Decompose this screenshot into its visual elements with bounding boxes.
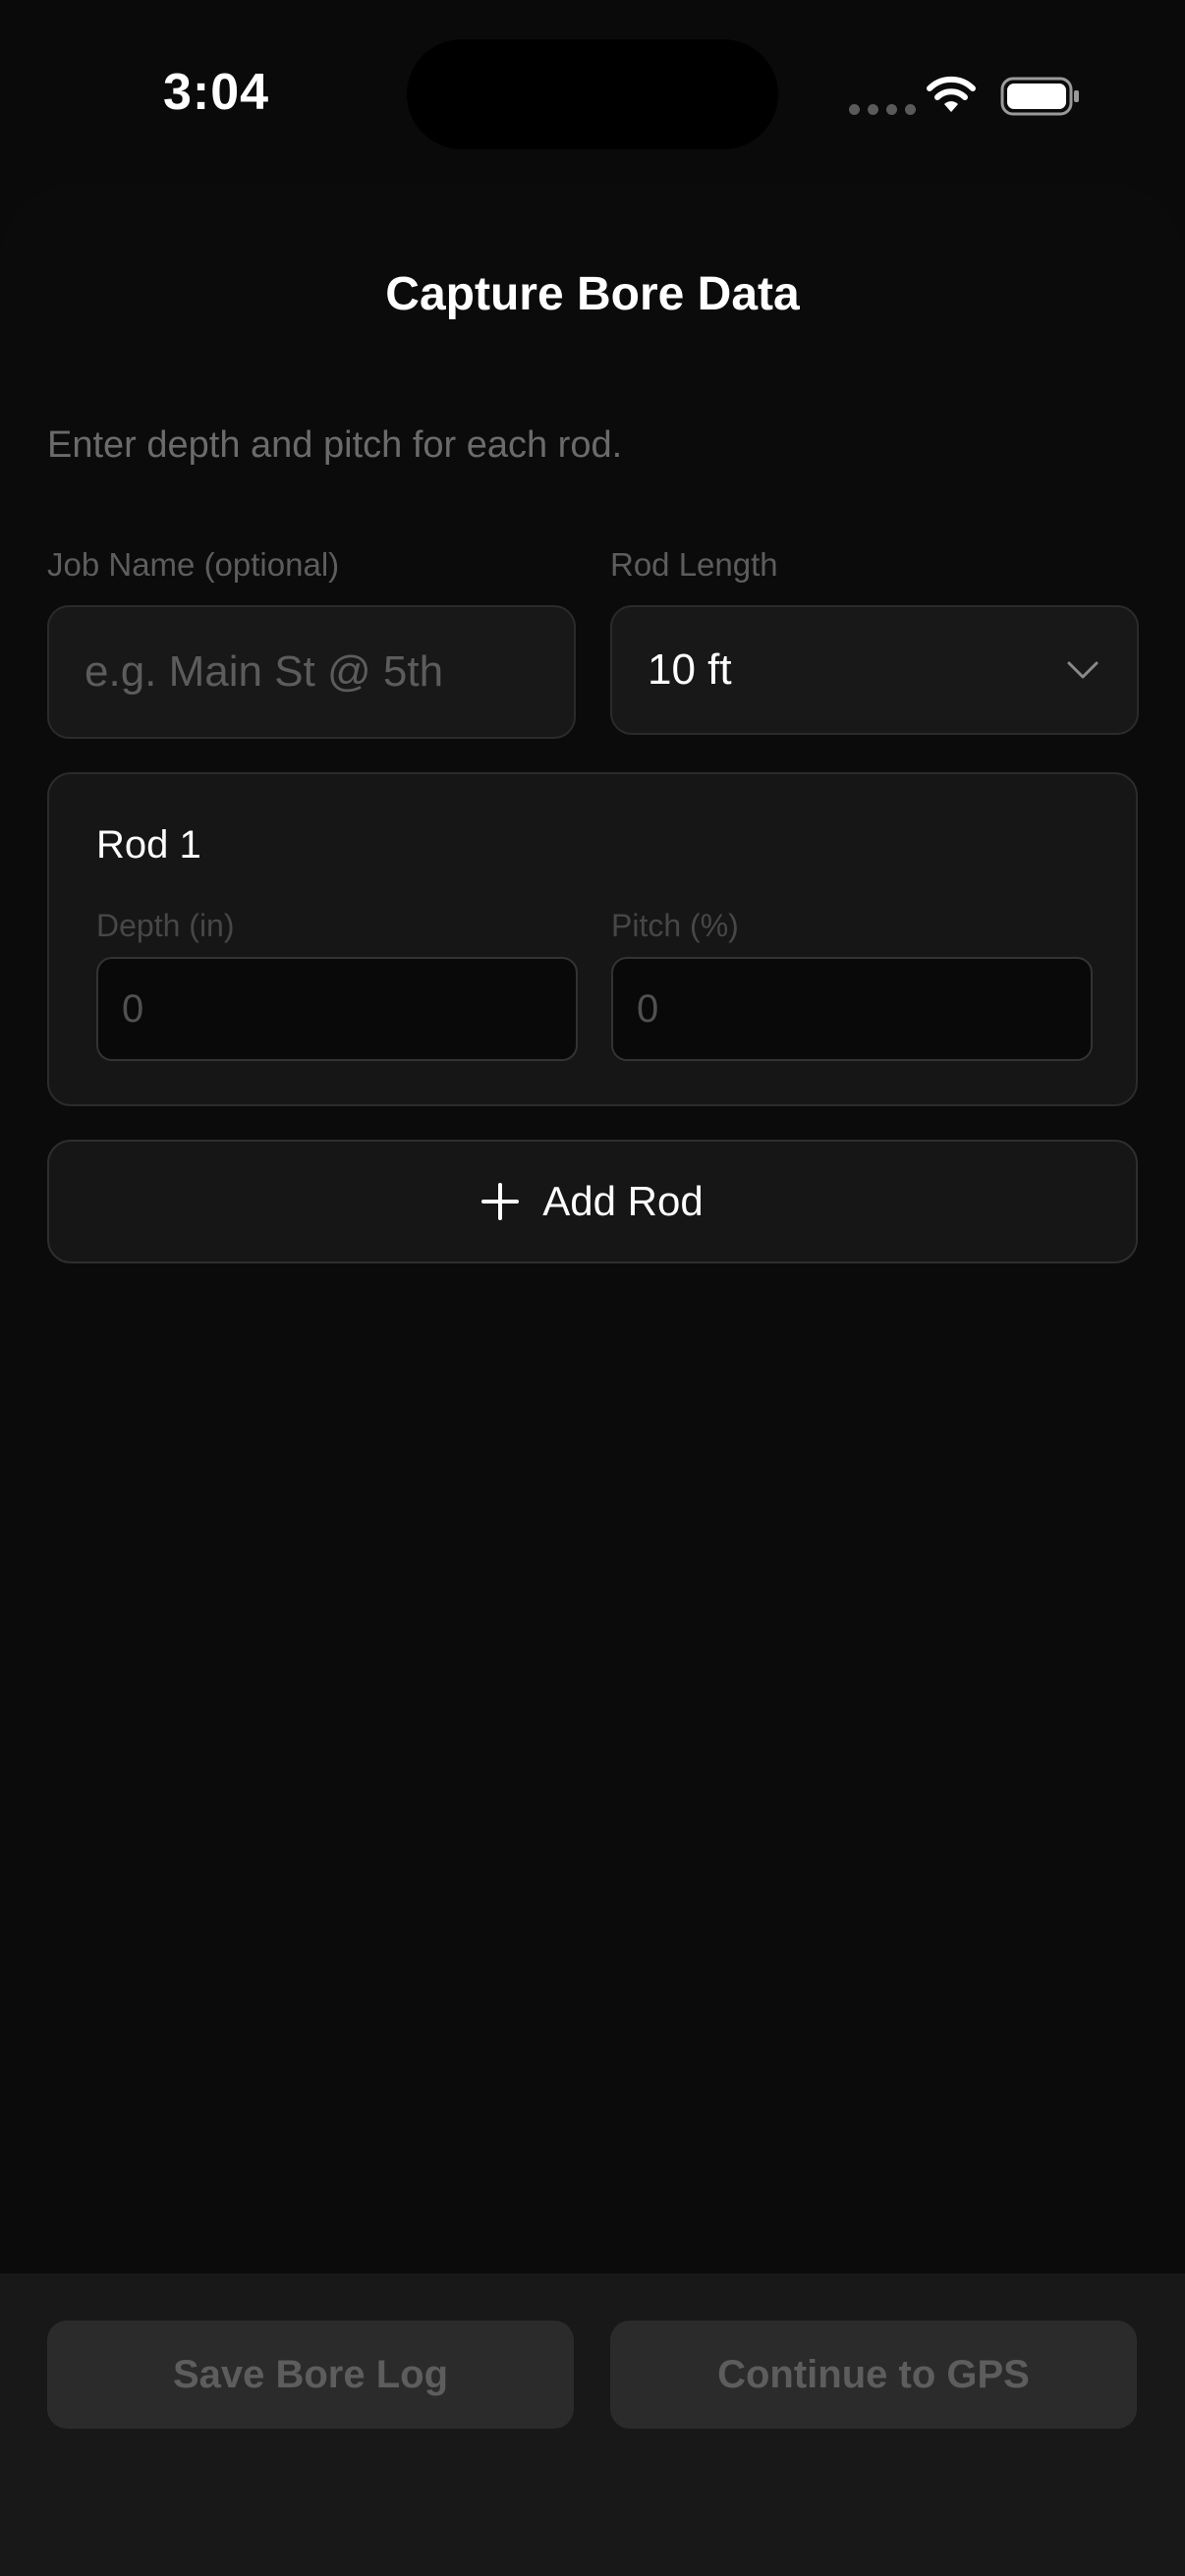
wifi-icon (927, 76, 976, 112)
job-name-placeholder: e.g. Main St @ 5th (85, 647, 444, 696)
rod-length-select[interactable]: 10 ft (610, 605, 1139, 735)
save-bore-log-button[interactable]: Save Bore Log (47, 2321, 574, 2429)
pitch-input[interactable]: 0 (611, 957, 1093, 1061)
depth-label: Depth (in) (96, 908, 235, 943)
rod-title: Rod 1 (96, 823, 201, 867)
pitch-label: Pitch (%) (611, 908, 739, 943)
status-time: 3:04 (163, 64, 270, 121)
chevron-down-icon (1067, 661, 1099, 679)
status-bar: 3:04 (0, 0, 1185, 187)
job-name-label: Job Name (optional) (47, 546, 340, 583)
rod-length-value: 10 ft (648, 645, 732, 694)
cellular-signal-icon (849, 104, 916, 115)
bottom-action-bar: Save Bore Log Continue to GPS (0, 2273, 1185, 2576)
battery-icon (1000, 77, 1079, 116)
depth-input[interactable]: 0 (96, 957, 578, 1061)
add-rod-label: Add Rod (542, 1178, 704, 1224)
plus-icon (481, 1183, 520, 1220)
sheet-title: Capture Bore Data (385, 268, 800, 320)
dynamic-island (407, 39, 778, 149)
add-rod-button[interactable]: Add Rod (47, 1140, 1138, 1263)
job-name-input[interactable]: e.g. Main St @ 5th (47, 605, 576, 739)
sheet-subtitle: Enter depth and pitch for each rod. (47, 424, 623, 466)
rod-length-label: Rod Length (610, 546, 778, 583)
continue-to-gps-button[interactable]: Continue to GPS (610, 2321, 1137, 2429)
rod-card: Rod 1 Depth (in) 0 Pitch (%) 0 (47, 772, 1138, 1106)
capture-bore-sheet: Capture Bore Data Enter depth and pitch … (0, 183, 1185, 2576)
